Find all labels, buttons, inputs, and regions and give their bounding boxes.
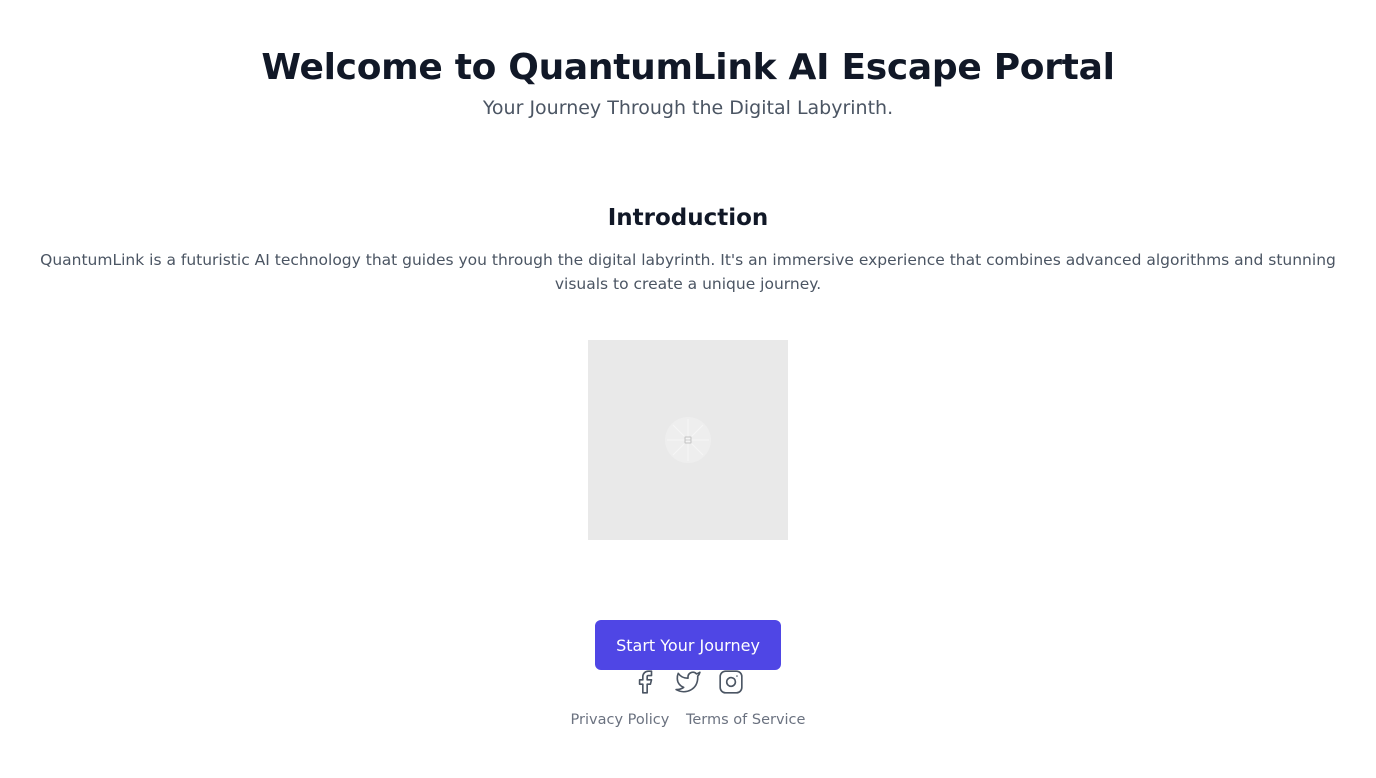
instagram-icon[interactable] — [718, 669, 744, 695]
page-subtitle: Your Journey Through the Digital Labyrin… — [482, 97, 894, 119]
facebook-icon[interactable] — [632, 669, 658, 695]
introduction-heading: Introduction — [607, 205, 769, 231]
twitter-icon[interactable] — [675, 669, 701, 695]
start-journey-button[interactable]: Start Your Journey — [595, 620, 781, 670]
page-header: Welcome to QuantumLink AI Escape Portal … — [0, 0, 1376, 122]
introduction-text: QuantumLink is a futuristic AI technolog… — [40, 251, 1336, 293]
page: Welcome to QuantumLink AI Escape Portal … — [0, 0, 1376, 778]
social-links — [0, 669, 1376, 695]
image-placeholder — [588, 340, 788, 540]
terms-of-service-link[interactable]: Terms of Service — [686, 712, 805, 728]
footer-links: Privacy Policy Terms of Service — [0, 709, 1376, 731]
page-title: Welcome to QuantumLink AI Escape Portal — [261, 47, 1115, 88]
introduction-section: Introduction QuantumLink is a futuristic… — [0, 202, 1376, 296]
image-loading-icon — [665, 417, 711, 463]
privacy-policy-link[interactable]: Privacy Policy — [571, 712, 670, 728]
